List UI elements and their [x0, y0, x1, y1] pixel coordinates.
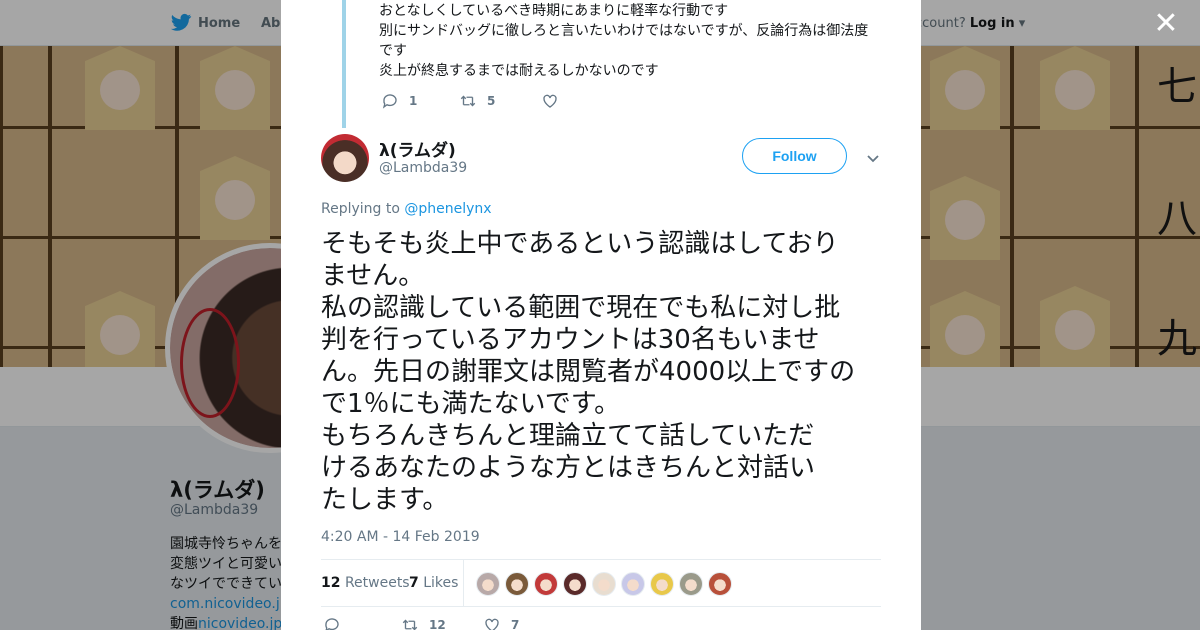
- tweet-timestamp[interactable]: 4:20 AM - 14 Feb 2019: [321, 529, 480, 545]
- likes-label: Likes: [423, 575, 459, 591]
- prev-tweet-line: です: [379, 43, 407, 59]
- prev-tweet-line: 別にサンドバッグに徹しろと言いたいわけではないですが、反論行為は御法度: [379, 23, 869, 39]
- tweet-author-handle[interactable]: @Lambda39: [379, 160, 467, 176]
- liker-avatar[interactable]: [621, 572, 645, 596]
- liker-avatar[interactable]: [563, 572, 587, 596]
- liker-avatar[interactable]: [679, 572, 703, 596]
- reply-icon: [382, 94, 397, 109]
- retweet-icon: [460, 95, 476, 107]
- liker-avatar[interactable]: [534, 572, 558, 596]
- retweet-icon: [402, 619, 418, 630]
- likes-stat[interactable]: 7 Likes: [409, 575, 458, 591]
- tweet-text: そもそも炎上中であるという認識はしており ません。 私の認識している範囲で現在で…: [321, 229, 856, 515]
- prev-reply-count: 1: [409, 94, 418, 108]
- tweet-author-avatar[interactable]: [321, 134, 369, 182]
- like-button[interactable]: 7: [483, 616, 519, 630]
- tweet-author-name[interactable]: λ(ラムダ): [379, 136, 456, 161]
- liker-avatar[interactable]: [505, 572, 529, 596]
- reply-icon: [325, 618, 339, 630]
- prev-tweet-line: おとなしくしているべき時期にあまりに軽率な行動です: [379, 3, 729, 19]
- reply-button[interactable]: [323, 616, 401, 630]
- retweet-button[interactable]: 12: [401, 616, 483, 630]
- prev-reply-button[interactable]: 1: [381, 92, 459, 110]
- replying-to-link[interactable]: @phenelynx: [404, 201, 491, 217]
- retweets-stat[interactable]: 12 Retweets: [321, 575, 410, 591]
- prev-retweet-count: 5: [487, 94, 496, 108]
- retweet-count: 12: [429, 618, 446, 630]
- prev-retweet-button[interactable]: 5: [459, 92, 541, 110]
- thread-connector-line: [342, 0, 346, 128]
- replying-to: Replying to @phenelynx: [321, 201, 492, 217]
- retweets-count: 12: [321, 575, 341, 591]
- tweet-stats: 12 Retweets 7 Likes: [321, 559, 881, 607]
- liker-avatar[interactable]: [476, 572, 500, 596]
- replying-prefix: Replying to: [321, 201, 400, 217]
- liker-avatars: [476, 572, 732, 596]
- heart-icon: [485, 618, 499, 630]
- liker-avatar[interactable]: [708, 572, 732, 596]
- heart-icon: [543, 94, 557, 108]
- previous-tweet-text: おとなしくしているべき時期にあまりに軽率な行動です 別にサンドバッグに徹しろと言…: [379, 1, 889, 81]
- liker-avatar[interactable]: [650, 572, 674, 596]
- likes-count: 7: [409, 575, 419, 591]
- prev-like-button[interactable]: [541, 92, 569, 110]
- chevron-down-icon[interactable]: [865, 150, 881, 166]
- liker-avatar[interactable]: [592, 572, 616, 596]
- follow-button[interactable]: Follow: [742, 138, 847, 174]
- previous-tweet-actions: 1 5: [381, 92, 569, 110]
- close-icon[interactable]: ✕: [1152, 9, 1180, 39]
- tweet-permalink-modal: おとなしくしているべき時期にあまりに軽率な行動です 別にサンドバッグに徹しろと言…: [281, 0, 921, 630]
- prev-tweet-line: 炎上が終息するまでは耐えるしかないのです: [379, 63, 659, 79]
- tweet-actions: 12 7: [323, 616, 519, 630]
- like-count: 7: [511, 618, 520, 630]
- retweets-label: Retweets: [344, 575, 410, 591]
